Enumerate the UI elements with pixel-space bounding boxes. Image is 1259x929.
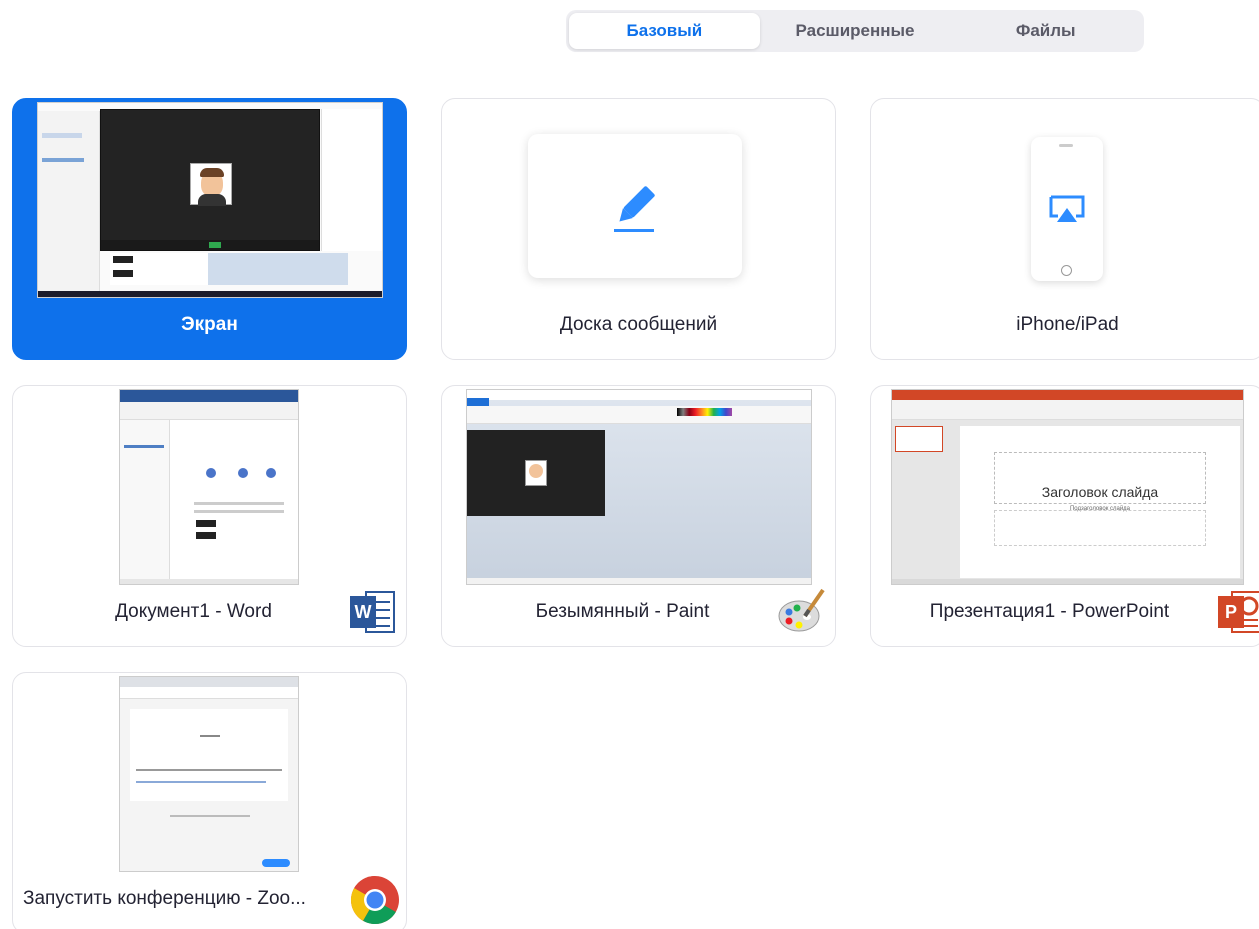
word-window-label: Документ1 - Word: [115, 601, 272, 622]
screen-thumbnail: [37, 102, 383, 298]
chrome-icon: [350, 876, 399, 925]
slide-title: Заголовок слайда: [1041, 484, 1159, 500]
share-tabs: Базовый Расширенные Файлы: [566, 10, 1144, 52]
chrome-window-thumbnail: [119, 676, 299, 872]
tab-files[interactable]: Файлы: [950, 13, 1141, 49]
share-option-paint-window[interactable]: Безымянный - Paint: [441, 385, 836, 647]
share-option-chrome-window[interactable]: Запустить конференцию - Zoo...: [12, 672, 407, 929]
screen-label: Экран: [181, 314, 238, 335]
iphone-ipad-label: iPhone/iPad: [1016, 314, 1119, 335]
share-option-screen[interactable]: Экран: [12, 98, 407, 360]
whiteboard-thumbnail: [528, 134, 742, 278]
powerpoint-window-label: Презентация1 - PowerPoint: [929, 601, 1170, 622]
svg-text:P: P: [1225, 602, 1237, 622]
tab-advanced[interactable]: Расширенные: [760, 13, 951, 49]
powerpoint-window-thumbnail: Заголовок слайда Подзаголовок слайда: [891, 389, 1244, 585]
share-option-powerpoint-window[interactable]: Заголовок слайда Подзаголовок слайда Пре…: [870, 385, 1259, 647]
paint-window-label: Безымянный - Paint: [535, 601, 710, 622]
whiteboard-label: Доска сообщений: [559, 314, 718, 335]
share-option-word-window[interactable]: Документ1 - Word W: [12, 385, 407, 647]
word-icon: W: [350, 591, 395, 633]
tab-basic[interactable]: Базовый: [569, 13, 760, 49]
chrome-window-label: Запустить конференцию - Zoo...: [23, 888, 306, 909]
avatar: [190, 163, 232, 206]
airplay-icon: [1049, 195, 1085, 222]
paint-palette-icon: [778, 588, 825, 632]
svg-text:W: W: [355, 602, 372, 622]
powerpoint-icon: P: [1218, 591, 1259, 633]
word-window-thumbnail: [119, 389, 299, 585]
paint-window-thumbnail: [466, 389, 812, 585]
share-option-iphone-ipad[interactable]: iPhone/iPad: [870, 98, 1259, 360]
phone-thumbnail: [1031, 137, 1103, 281]
share-option-whiteboard[interactable]: Доска сообщений: [441, 98, 836, 360]
pencil-icon: [614, 186, 655, 232]
